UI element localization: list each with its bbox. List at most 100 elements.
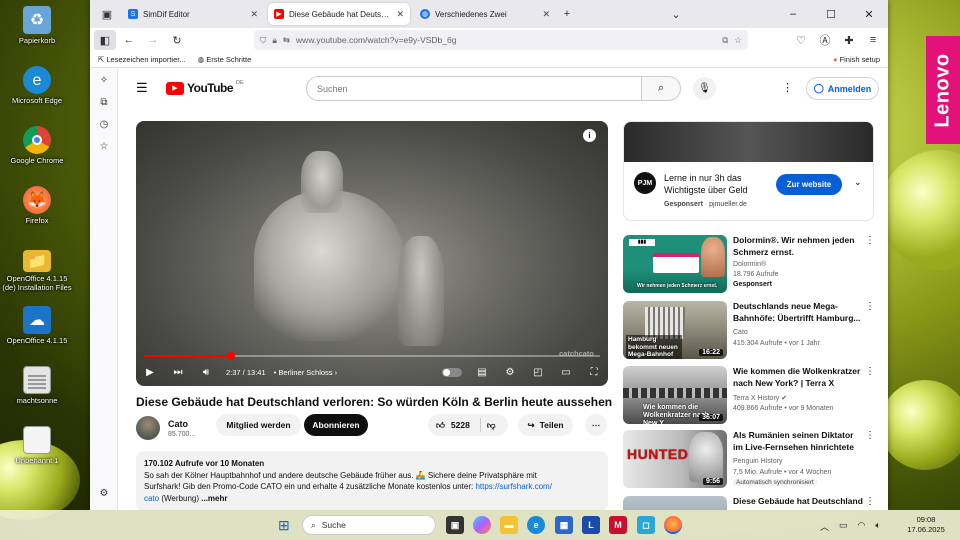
shield-icon[interactable]: ⛉ (260, 35, 266, 46)
task-view-icon[interactable]: ▣ (446, 516, 464, 534)
show-more-link[interactable]: ...mehr (201, 494, 227, 503)
dislike-icon[interactable]: 👎︎ (487, 420, 496, 431)
volume-icon[interactable]: 🔊︎ (192, 367, 220, 378)
progress-bar[interactable] (144, 352, 600, 360)
close-tab-icon[interactable]: ✕ (250, 9, 258, 20)
desktop-icon-chrome[interactable]: Google Chrome (0, 126, 74, 165)
maximize-button[interactable]: ☐ (812, 8, 850, 21)
store-icon[interactable]: ▦ (555, 516, 573, 534)
wifi-icon[interactable]: ◠ (858, 520, 866, 533)
bookmark-star-icon[interactable]: ☆ (734, 35, 742, 46)
tab-overview-icon[interactable]: ▣ (96, 3, 118, 25)
account-icon[interactable]: Ⓐ (814, 30, 836, 50)
mcafee-icon[interactable]: M (609, 516, 627, 534)
recommendation-channel[interactable]: Penguin History (733, 458, 782, 465)
scrubber-handle[interactable] (227, 352, 236, 360)
permissions-icon[interactable]: ⇆ (283, 35, 290, 46)
desktop-icon-recycle-bin[interactable]: ♻ Papierkorb (0, 6, 74, 45)
voice-search-button[interactable]: 🎙︎ (693, 77, 716, 100)
recommendation-channel[interactable]: Cato (733, 329, 748, 336)
address-bar[interactable]: ⛉ 🔒︎ ⇆ www.youtube.com/watch?v=e9y-VSDb_… (254, 30, 748, 50)
signin-button[interactable]: ◯ Anmelden (806, 77, 879, 100)
history-icon[interactable]: ◷ (90, 113, 118, 135)
recommendation-title[interactable]: Als Rumänien seinen Diktator im Live-Fer… (733, 430, 863, 453)
autoplay-toggle[interactable] (442, 367, 462, 377)
synced-tabs-icon[interactable]: ⧉ (90, 91, 118, 113)
tab-youtube[interactable]: ▶ Diese Gebäude hat Deutschland ✕ (268, 3, 410, 25)
minimize-button[interactable]: – (774, 8, 812, 21)
video-player[interactable]: i catchcato ▶ ⏭ 🔊︎ 2:37 / 13:41 • Berlin… (136, 121, 608, 386)
info-icon[interactable]: i (583, 129, 596, 142)
widgets-app-icon[interactable]: ◻ (637, 516, 655, 534)
extensions-icon[interactable]: ✚ (838, 30, 860, 50)
recommendation-kebab-icon[interactable]: ⋮ (865, 496, 875, 507)
chevron-down-icon[interactable]: ⌄ (854, 177, 862, 188)
lock-icon[interactable]: 🔒︎ (272, 35, 277, 46)
video-thumbnail[interactable]: Wie kommen die Wolkenkratzer nach New Y … (623, 366, 727, 424)
copilot-icon[interactable] (473, 516, 491, 534)
join-button[interactable]: Mitglied werden (216, 414, 301, 436)
subtitles-icon[interactable]: ▤ (468, 367, 496, 378)
recommendation-kebab-icon[interactable]: ⋮ (865, 366, 875, 377)
recommendation-title[interactable]: Wie kommen die Wolkenkratzer nach New Yo… (733, 366, 863, 389)
forward-button[interactable]: → (142, 30, 164, 50)
close-window-button[interactable]: ✕ (850, 8, 888, 21)
fullscreen-icon[interactable]: ⛶ (580, 367, 608, 378)
ad-website-button[interactable]: Zur website (776, 174, 842, 195)
more-actions-button[interactable]: ⋯ (585, 414, 607, 436)
recommendation-kebab-icon[interactable]: ⋮ (865, 235, 875, 246)
miniplayer-icon[interactable]: ◰ (524, 367, 552, 378)
like-icon[interactable]: 👍︎ (436, 420, 445, 431)
new-tab-button[interactable]: + (556, 3, 578, 25)
share-button[interactable]: ↪ Teilen (518, 414, 573, 436)
recommendation-kebab-icon[interactable]: ⋮ (865, 430, 875, 441)
recommendation-title[interactable]: Diese Gebäude hat Deutschland (733, 496, 863, 508)
display-icon[interactable]: ▭ (839, 520, 848, 533)
surfshark-link[interactable]: https://surfshark.com/ (475, 482, 551, 491)
sidebar-toggle-icon[interactable]: ◧ (94, 30, 116, 50)
like-count[interactable]: 5228 (451, 420, 470, 430)
next-icon[interactable]: ⏭ (164, 367, 192, 378)
taskbar-search[interactable]: ⌕ Suche (302, 515, 436, 535)
settings-gear-icon[interactable]: ⚙ (496, 367, 524, 378)
desktop-icon-machtsonne[interactable]: machtsonne (0, 366, 74, 405)
recommendation-item[interactable]: HUNTED 9:56 Als Rumänien seinen Diktator… (623, 430, 875, 488)
tab-simdif[interactable]: S SimDif Editor ✕ (122, 3, 264, 25)
firefox-taskbar-icon[interactable] (664, 516, 682, 534)
search-button[interactable]: ⌕ (641, 76, 681, 101)
tab-verschiedenes[interactable]: ◍ Verschiedenes Zwei ✕ (414, 3, 556, 25)
surfshark-link-cont[interactable]: cato (144, 494, 159, 503)
video-thumbnail[interactable]: ▮▮▮ Wir nehmen jeden Schmerz ernst. (623, 235, 727, 293)
close-tab-icon[interactable]: ✕ (396, 9, 404, 20)
description-box[interactable]: 170.102 Aufrufe vor 10 Monaten So sah de… (136, 451, 608, 510)
video-thumbnail[interactable]: Hamburg bekommt neuen Mega-Bahnhof 16:22 (623, 301, 727, 359)
recommendation-channel[interactable]: Dolormin® (733, 261, 766, 268)
sponsored-ad[interactable]: PJM Lerne in nur 3h das Wichtigste über … (623, 121, 874, 221)
chapter-title[interactable]: • Berliner Schloss › (274, 368, 338, 377)
finish-setup-link[interactable]: ● Finish setup (833, 55, 880, 64)
back-button[interactable]: ← (118, 30, 140, 50)
recommendation-title[interactable]: Dolormin®. Wir nehmen jeden Schmerz erns… (733, 235, 863, 258)
hamburger-menu-icon[interactable]: ☰ (136, 80, 148, 96)
youtube-logo[interactable]: ▶ YouTube DE (166, 80, 244, 95)
search-input[interactable]: Suchen (306, 76, 642, 101)
file-explorer-icon[interactable]: ▬ (500, 516, 518, 534)
recommendation-kebab-icon[interactable]: ⋮ (865, 301, 875, 312)
bookmark-import[interactable]: ⇱ Lesezeichen importier... (98, 55, 186, 64)
settings-kebab-icon[interactable]: ⋮ (782, 81, 793, 94)
edge-taskbar-icon[interactable]: e (527, 516, 545, 534)
channel-name[interactable]: Cato (168, 419, 188, 429)
sidebar-settings-icon[interactable]: ⚙ (90, 482, 118, 504)
ai-chat-icon[interactable]: ✧ (90, 69, 118, 91)
channel-avatar[interactable] (136, 416, 160, 440)
video-thumbnail[interactable]: HUNTED 9:56 (623, 430, 727, 488)
recommendation-item[interactable]: ▮▮▮ Wir nehmen jeden Schmerz ernst. Dolo… (623, 235, 875, 293)
subscribe-button[interactable]: Abonnieren (304, 414, 368, 436)
desktop-icon-openoffice[interactable]: ☁ OpenOffice 4.1.15 (0, 306, 74, 345)
desktop-icon-openoffice-files[interactable]: 📁 OpenOffice 4.1.15 (de) Installation Fi… (0, 246, 74, 292)
desktop-icon-edge[interactable]: e Microsoft Edge (0, 66, 74, 105)
windows-start-icon[interactable]: ⊞ (278, 517, 290, 534)
theater-mode-icon[interactable]: ▭ (552, 367, 580, 378)
picture-in-picture-icon[interactable]: ⧉ (722, 35, 728, 46)
recommendation-channel[interactable]: Terra X History ✔ (733, 394, 787, 402)
